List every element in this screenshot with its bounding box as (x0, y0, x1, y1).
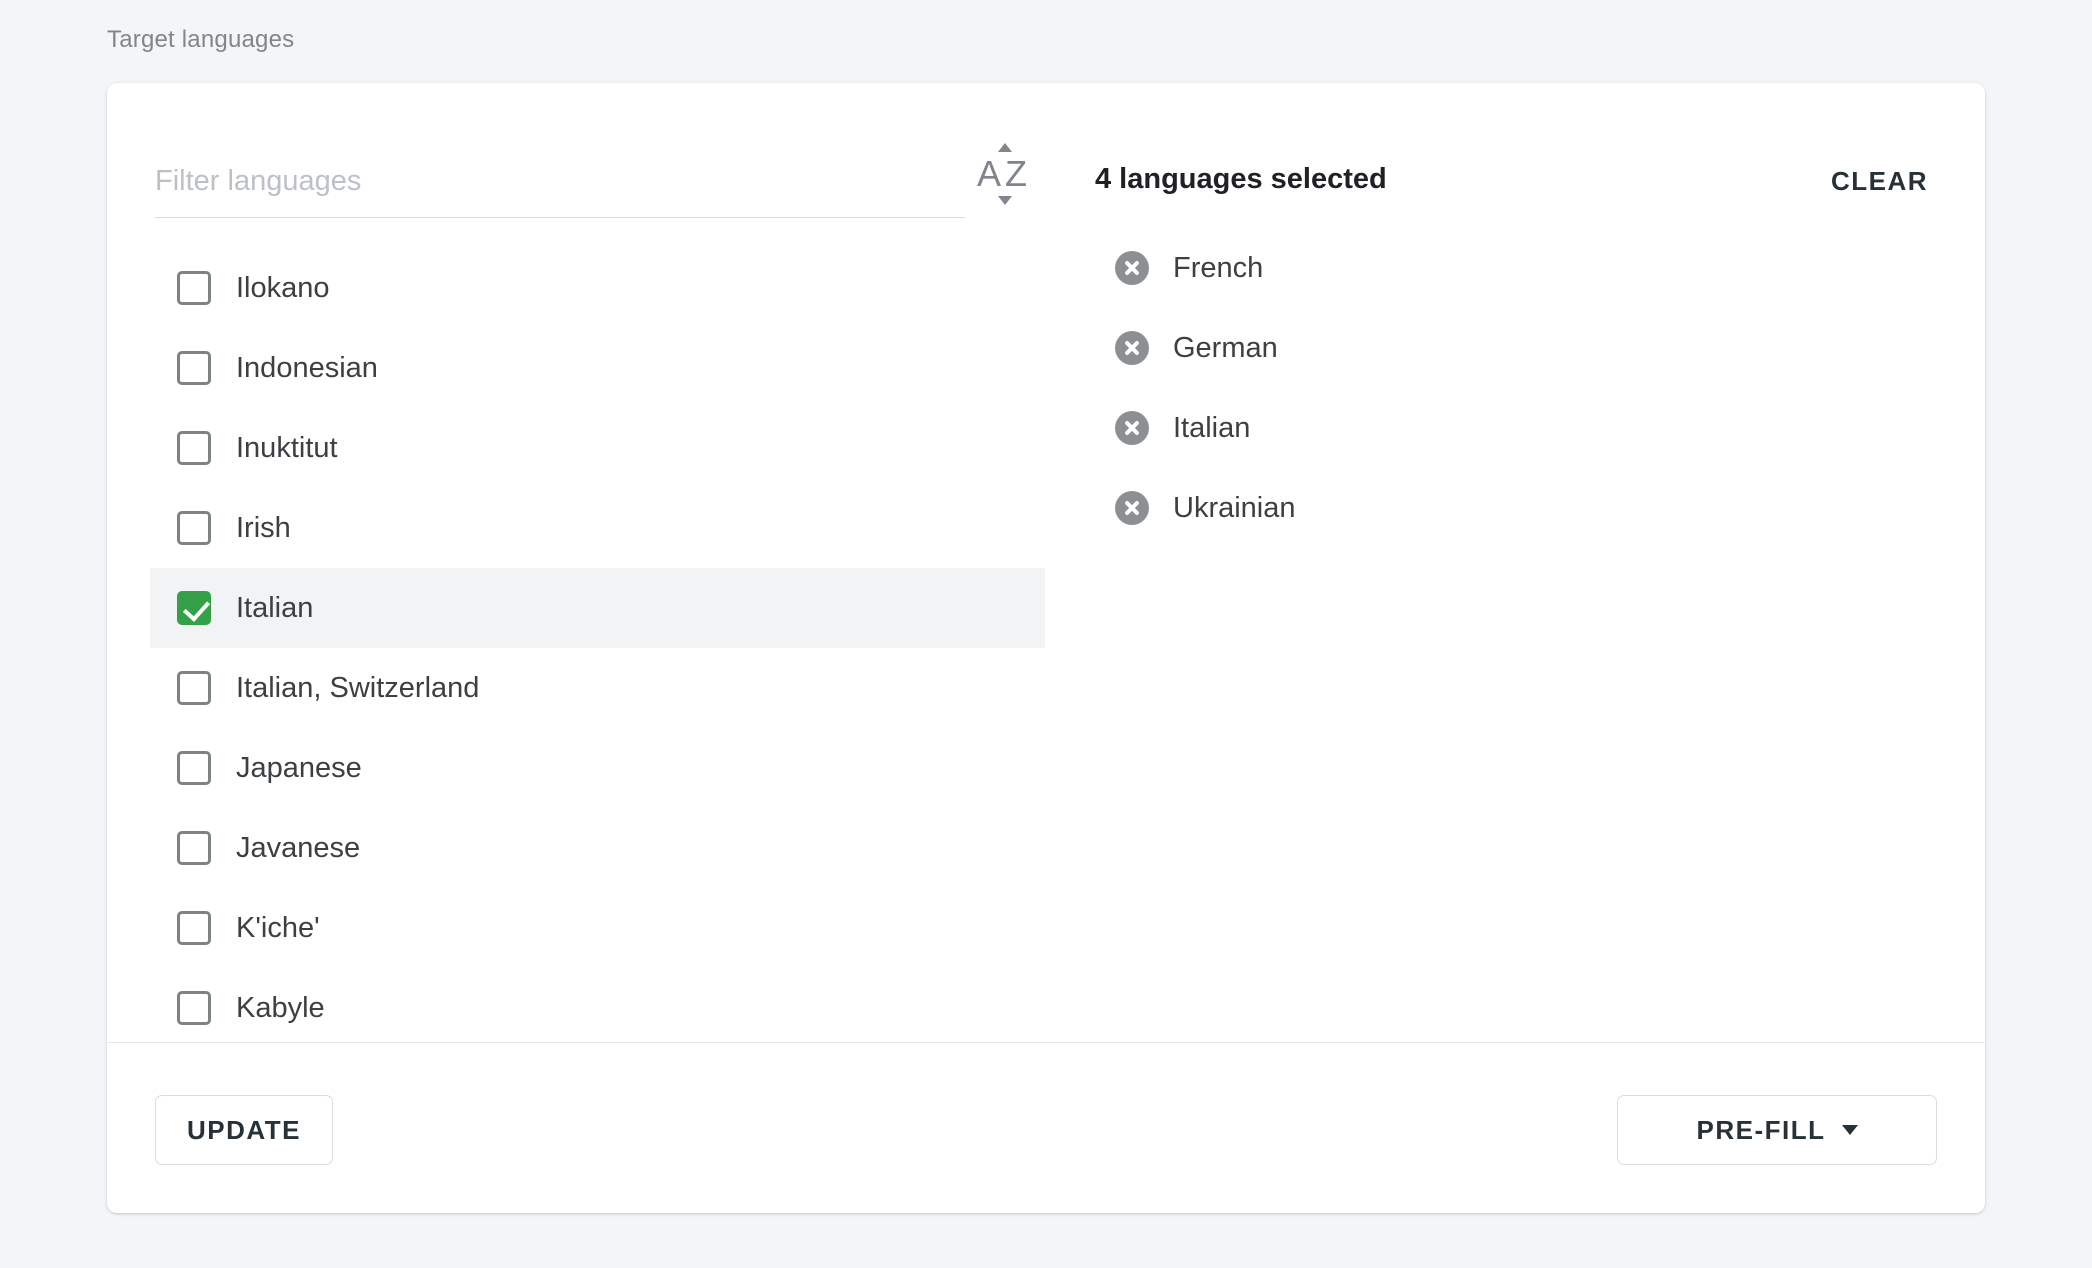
dropdown-caret-icon (1842, 1125, 1858, 1135)
selected-language-label: German (1173, 332, 1278, 365)
language-label: Irish (236, 512, 291, 545)
remove-icon[interactable] (1115, 491, 1149, 525)
checkbox[interactable] (177, 351, 211, 385)
checkbox[interactable] (177, 271, 211, 305)
language-row-italian[interactable]: Italian (150, 568, 1045, 648)
selected-language-label: French (1173, 252, 1263, 285)
language-row-italian-switzerland[interactable]: Italian, Switzerland (150, 648, 1045, 728)
remove-icon[interactable] (1115, 331, 1149, 365)
checkbox[interactable] (177, 431, 211, 465)
remove-icon[interactable] (1115, 411, 1149, 445)
checkbox[interactable] (177, 831, 211, 865)
sort-alphabetically-icon[interactable]: A Z (975, 143, 1039, 205)
language-label: Italian, Switzerland (236, 672, 479, 705)
checkbox[interactable] (177, 751, 211, 785)
language-label: Ilokano (236, 272, 330, 305)
footer-divider (107, 1042, 1985, 1043)
selected-language-ukrainian: Ukrainian (1115, 468, 1935, 548)
target-languages-card: A Z Ilokano Indonesian Inuktitut Irish I… (107, 83, 1985, 1213)
checkbox-checked[interactable] (177, 591, 211, 625)
prefill-button[interactable]: PRE-FILL (1617, 1095, 1937, 1165)
filter-field (155, 145, 965, 218)
selected-language-french: French (1115, 228, 1935, 308)
sort-letter-z: Z (1005, 152, 1027, 196)
language-row-javanese[interactable]: Javanese (150, 808, 1045, 888)
selected-language-label: Ukrainian (1173, 492, 1296, 525)
selected-count-header: 4 languages selected (1095, 163, 1387, 196)
language-label: Javanese (236, 832, 360, 865)
language-label: Inuktitut (236, 432, 338, 465)
checkbox[interactable] (177, 911, 211, 945)
checkbox[interactable] (177, 671, 211, 705)
prefill-button-label: PRE-FILL (1697, 1115, 1826, 1146)
sort-caret-down-icon (998, 196, 1012, 205)
language-label: Indonesian (236, 352, 378, 385)
selected-languages-list: French German Italian Ukrainian (1115, 228, 1935, 548)
language-row-kabyle[interactable]: Kabyle (150, 968, 1045, 1042)
update-button[interactable]: UPDATE (155, 1095, 333, 1165)
page-title: Target languages (107, 26, 294, 54)
language-label: Kabyle (236, 992, 325, 1025)
language-row-irish[interactable]: Irish (150, 488, 1045, 568)
language-row-kiche[interactable]: K'iche' (150, 888, 1045, 968)
language-row-ilokano[interactable]: Ilokano (150, 248, 1045, 328)
checkbox[interactable] (177, 511, 211, 545)
selected-language-italian: Italian (1115, 388, 1935, 468)
checkbox[interactable] (177, 991, 211, 1025)
language-row-inuktitut[interactable]: Inuktitut (150, 408, 1045, 488)
clear-button[interactable]: CLEAR (1831, 166, 1928, 197)
language-row-japanese[interactable]: Japanese (150, 728, 1045, 808)
language-label: K'iche' (236, 912, 320, 945)
language-label: Italian (236, 592, 313, 625)
sort-caret-up-icon (998, 143, 1012, 152)
remove-icon[interactable] (1115, 251, 1149, 285)
filter-languages-input[interactable] (155, 145, 965, 217)
language-list: Ilokano Indonesian Inuktitut Irish Itali… (150, 248, 1045, 1042)
language-label: Japanese (236, 752, 362, 785)
language-row-indonesian[interactable]: Indonesian (150, 328, 1045, 408)
selected-language-label: Italian (1173, 412, 1250, 445)
sort-letter-a: A (977, 152, 1001, 196)
selected-language-german: German (1115, 308, 1935, 388)
